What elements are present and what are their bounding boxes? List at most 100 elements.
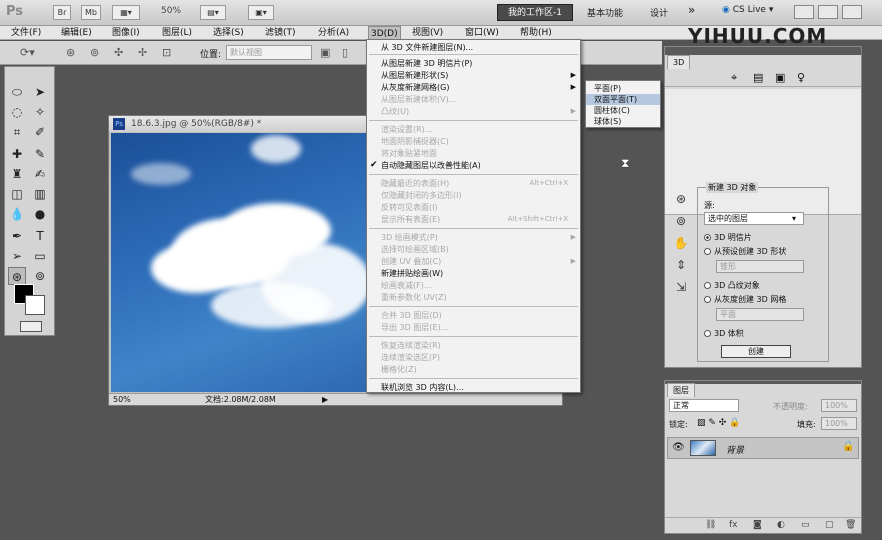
radio-postcard[interactable]: 3D 明信片 xyxy=(704,232,752,243)
image-canvas[interactable] xyxy=(111,133,369,392)
menu-filter[interactable]: 滤镜(T) xyxy=(265,26,296,40)
menu3d-item[interactable]: 联机浏览 3D 内容(L)... xyxy=(367,382,580,393)
source-select[interactable]: 选中的图层 xyxy=(704,212,804,225)
bridge-icon[interactable]: Br xyxy=(53,5,71,20)
submenu-item[interactable]: 球体(S) xyxy=(586,116,660,127)
delete-view-icon[interactable]: ▯ xyxy=(342,46,348,59)
crop-tool-icon[interactable]: ⌗ xyxy=(8,123,26,141)
orbit-3d-tool-icon[interactable]: ⊚ xyxy=(31,267,49,285)
rotate-object-icon[interactable]: ⊛ xyxy=(671,189,691,209)
delete-layer-icon[interactable]: 🗑 xyxy=(845,520,856,530)
drag-object-icon[interactable]: ✋ xyxy=(671,233,691,253)
radio-preset-shape[interactable]: 从预设创建 3D 形状 xyxy=(704,246,786,257)
material-filter-icon[interactable]: ▣ xyxy=(775,71,785,84)
status-arrow-icon[interactable]: ▶ xyxy=(322,394,328,406)
shape-tool-icon[interactable]: ▭ xyxy=(31,247,49,265)
layer-style-icon[interactable]: fx xyxy=(729,520,738,530)
submenu-item[interactable]: 双面平面(T) xyxy=(586,94,660,105)
cs-live-button[interactable]: ◉ CS Live ▾ xyxy=(722,5,773,15)
radio-grayscale-mesh[interactable]: 从灰度创建 3D 网格 xyxy=(704,294,786,305)
pen-tool-icon[interactable]: ✒ xyxy=(8,227,26,245)
roll-3d-icon[interactable]: ⊚ xyxy=(90,46,99,59)
drag-3d-icon[interactable]: ✣ xyxy=(114,46,123,59)
workspace-button[interactable]: 我的工作区-1 xyxy=(497,4,573,21)
menu-select[interactable]: 选择(S) xyxy=(213,26,244,40)
menu-file[interactable]: 文件(F) xyxy=(11,26,41,40)
move-tool-icon[interactable]: ➤ xyxy=(31,83,49,101)
eyedropper-tool-icon[interactable]: ✐ xyxy=(31,123,49,141)
minimize-button[interactable] xyxy=(794,5,814,19)
menu-layer[interactable]: 图层(L) xyxy=(162,26,192,40)
history-brush-icon[interactable]: ✍ xyxy=(31,165,49,183)
roll-object-icon[interactable]: ⊚ xyxy=(671,211,691,231)
adjustment-layer-icon[interactable]: ◐ xyxy=(777,520,785,530)
blend-mode-select[interactable]: 正常 xyxy=(669,399,739,412)
light-filter-icon[interactable]: ♀ xyxy=(797,71,805,84)
status-zoom[interactable]: 50% xyxy=(113,394,131,406)
zoom-level[interactable]: 50% xyxy=(161,6,181,16)
new-layer-icon[interactable]: ▢ xyxy=(825,520,834,530)
arrange-documents-button[interactable]: ▤▾ xyxy=(200,5,226,20)
menu-window[interactable]: 窗口(W) xyxy=(465,26,499,40)
menu3d-item[interactable]: 从图层新建 3D 明信片(P) xyxy=(367,58,580,69)
workspace-basic[interactable]: 基本功能 xyxy=(587,6,623,19)
clone-stamp-icon[interactable]: ♜ xyxy=(8,165,26,183)
new-group-icon[interactable]: ▭ xyxy=(801,520,810,530)
eye-icon[interactable]: 👁 xyxy=(672,442,685,453)
add-mask-icon[interactable]: ◙ xyxy=(753,520,762,530)
screen-mode-button[interactable]: ▣▾ xyxy=(248,5,274,20)
slide-3d-icon[interactable]: ✢ xyxy=(138,46,147,59)
menu3d-item[interactable]: 从灰度新建网格(G) ▶ xyxy=(367,82,580,93)
menu3d-item[interactable]: 从图层新建形状(S) ▶ xyxy=(367,70,580,81)
layer-row[interactable]: 👁 背景 🔒 xyxy=(667,437,859,459)
submenu-item[interactable]: 圆柱体(C) xyxy=(586,105,660,116)
background-color[interactable] xyxy=(25,295,45,315)
path-select-icon[interactable]: ➢ xyxy=(8,247,26,265)
gradient-tool-icon[interactable]: ▥ xyxy=(31,185,49,203)
brush-tool-icon[interactable]: ✎ xyxy=(31,145,49,163)
link-layers-icon[interactable]: ⛓ xyxy=(705,520,716,530)
eraser-tool-icon[interactable]: ◫ xyxy=(8,185,26,203)
blur-tool-icon[interactable]: 💧 xyxy=(8,205,26,223)
close-button[interactable] xyxy=(842,5,862,19)
radio-emboss[interactable]: 3D 凸纹对象 xyxy=(704,280,760,291)
scale-3d-icon[interactable]: ⊡ xyxy=(162,46,171,59)
workspace-design[interactable]: 设计 xyxy=(650,6,668,19)
more-workspaces-icon[interactable]: » xyxy=(688,3,695,17)
menu-analysis[interactable]: 分析(A) xyxy=(318,26,349,40)
rotate-3d-icon[interactable]: ⊛ xyxy=(66,46,75,59)
tab-3d[interactable]: 3D xyxy=(667,55,691,69)
opacity-input[interactable]: 100% xyxy=(821,399,857,412)
marquee-tool-icon[interactable]: ⬭ xyxy=(8,83,26,101)
menu3d-item[interactable]: 从 3D 文件新建图层(N)... xyxy=(367,42,580,53)
restore-button[interactable] xyxy=(818,5,838,19)
radio-volume[interactable]: 3D 体积 xyxy=(704,328,744,339)
submenu-item[interactable]: 平面(P) xyxy=(586,83,660,94)
quick-select-icon[interactable]: ✧ xyxy=(31,103,49,121)
menu3d-item[interactable]: 新建拼贴绘画(W) xyxy=(367,268,580,279)
quick-mask-button[interactable] xyxy=(20,321,42,332)
rotate-3d-tool-icon[interactable]: ⊛ xyxy=(8,267,26,285)
lasso-tool-icon[interactable]: ◌ xyxy=(8,103,26,121)
menu-view[interactable]: 视图(V) xyxy=(412,26,443,40)
mesh-filter-icon[interactable]: ▤ xyxy=(753,71,763,84)
fill-input[interactable]: 100% xyxy=(821,417,857,430)
save-view-icon[interactable]: ▣ xyxy=(320,46,330,59)
mini-bridge-icon[interactable]: Mb xyxy=(81,5,101,20)
menu-image[interactable]: 图像(I) xyxy=(112,26,140,40)
view-extras-button[interactable]: ▦▾ xyxy=(112,5,140,20)
lock-icons[interactable]: ▨ ✎ ✣ 🔒 xyxy=(697,418,740,428)
menu3d-item[interactable]: 自动隐藏图层以改善性能(A) ✔ xyxy=(367,160,580,171)
tab-layers[interactable]: 图层 xyxy=(667,383,695,397)
healing-brush-icon[interactable]: ✚ xyxy=(8,145,26,163)
scale-object-icon[interactable]: ⇲ xyxy=(671,277,691,297)
menu-help[interactable]: 帮助(H) xyxy=(520,26,552,40)
tool-preset-icon[interactable]: ⟳▾ xyxy=(20,46,35,59)
slide-object-icon[interactable]: ⇕ xyxy=(671,255,691,275)
type-tool-icon[interactable]: T xyxy=(31,227,49,245)
dodge-tool-icon[interactable]: ● xyxy=(31,205,49,223)
scene-filter-icon[interactable]: ⌖ xyxy=(731,71,737,85)
position-select[interactable]: 默认视图 xyxy=(226,45,312,60)
menu-edit[interactable]: 编辑(E) xyxy=(61,26,92,40)
layer-name[interactable]: 背景 xyxy=(726,443,744,456)
